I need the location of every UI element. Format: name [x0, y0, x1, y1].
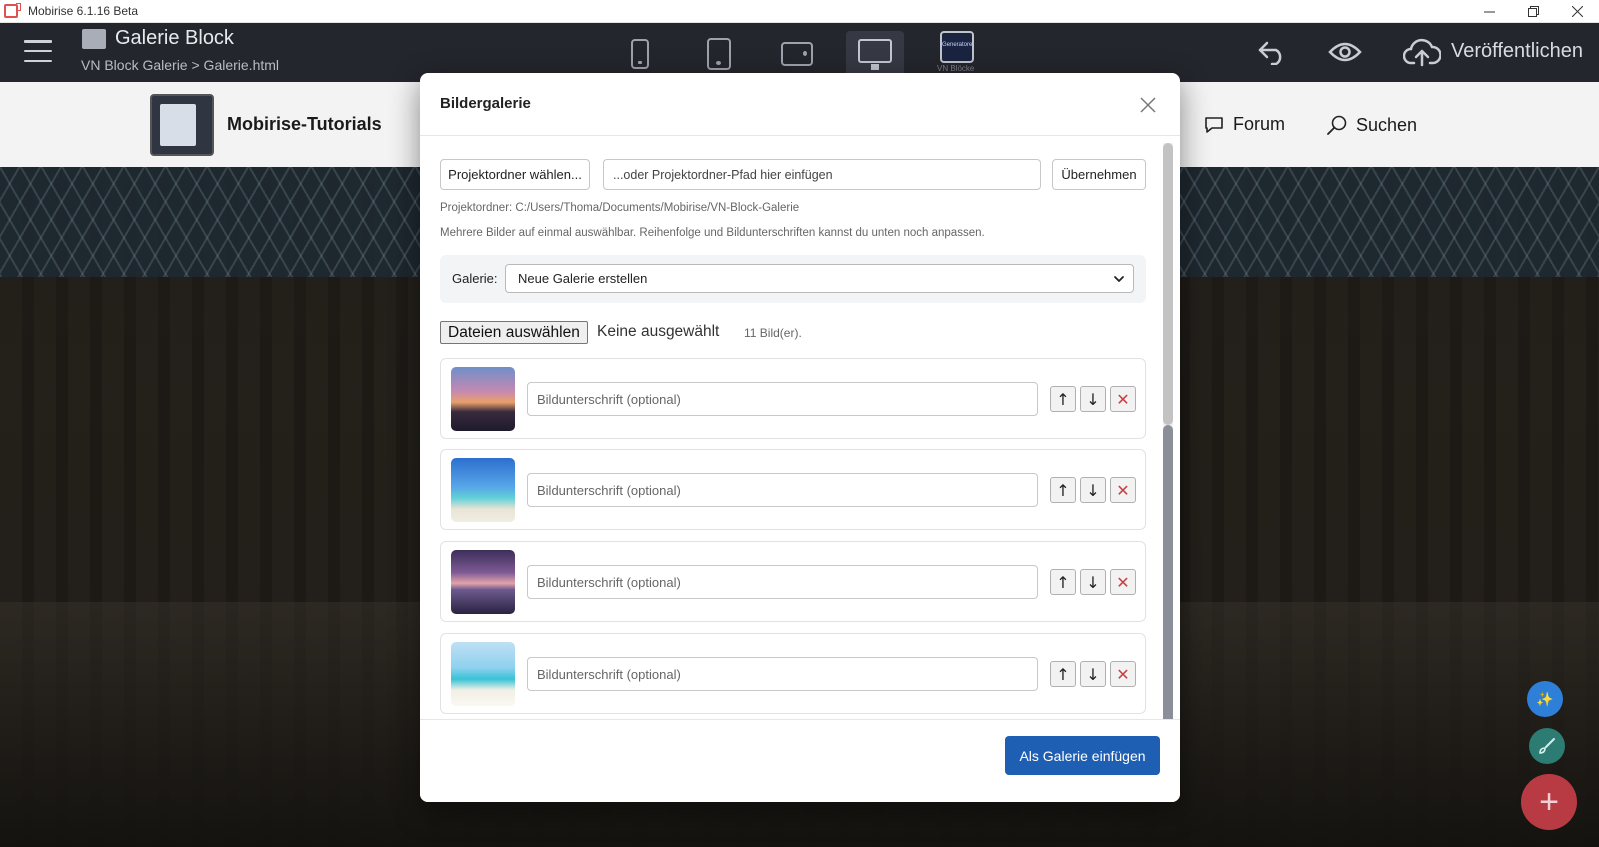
image-row: ↑ ↓ ✕ [440, 633, 1146, 714]
delete-image-button[interactable]: ✕ [1110, 569, 1136, 595]
styles-button[interactable] [1529, 728, 1565, 764]
preview-button[interactable] [1328, 35, 1362, 69]
tablet-landscape-view-button[interactable] [768, 31, 826, 77]
cloud-upload-icon [1403, 38, 1441, 67]
caption-input[interactable] [527, 565, 1038, 599]
image-row: ↑ ↓ ✕ [440, 358, 1146, 439]
close-window-button[interactable] [1555, 0, 1599, 23]
insert-gallery-button[interactable]: Als Galerie einfügen [1005, 736, 1160, 775]
add-block-button[interactable]: + [1521, 774, 1577, 830]
menu-icon[interactable] [24, 40, 52, 62]
eye-icon [1328, 42, 1362, 62]
site-logo[interactable] [150, 94, 214, 156]
move-up-button[interactable]: ↑ [1050, 569, 1076, 595]
dialog-footer: Als Galerie einfügen [420, 719, 1180, 802]
gallery-label: Galerie: [452, 271, 498, 286]
page-thumbnail-icon [82, 29, 106, 49]
window-title: Mobirise 6.1.16 Beta [28, 4, 139, 18]
nav-link-search-label: Suchen [1356, 114, 1418, 135]
chat-icon [1205, 116, 1223, 133]
image-row: ↑ ↓ ✕ [440, 449, 1146, 530]
image-row: ↑ ↓ ✕ [440, 541, 1146, 622]
desktop-icon [858, 39, 892, 70]
no-file-selected-text: Keine ausgewählt [597, 323, 720, 340]
restore-icon [1527, 6, 1539, 17]
plus-icon: + [1539, 782, 1559, 821]
dialog-close-button[interactable] [1136, 93, 1160, 117]
page-path[interactable]: VN Block Galerie > Galerie.html [81, 57, 279, 73]
delete-image-button[interactable]: ✕ [1110, 386, 1136, 412]
gallery-selected-value: Neue Galerie erstellen [518, 271, 648, 286]
nav-link-forum[interactable]: Forum [1203, 114, 1285, 135]
gallery-selector-bar: Galerie: Neue Galerie erstellen [440, 255, 1146, 303]
move-down-button[interactable]: ↓ [1080, 477, 1106, 503]
phone-icon [631, 39, 649, 69]
move-down-button[interactable]: ↓ [1080, 661, 1106, 687]
delete-image-button[interactable]: ✕ [1110, 661, 1136, 687]
vn-blocks-button[interactable]: Generatoren [940, 31, 974, 63]
image-thumbnail [451, 550, 515, 614]
mobirise-app-icon [4, 3, 21, 18]
move-down-button[interactable]: ↓ [1080, 569, 1106, 595]
image-thumbnail [451, 458, 515, 522]
brush-icon [1539, 738, 1555, 754]
tablet-icon [707, 38, 731, 70]
publish-label[interactable]: Veröffentlichen [1451, 40, 1583, 63]
phone-view-button[interactable] [611, 31, 669, 77]
move-up-button[interactable]: ↑ [1050, 477, 1076, 503]
publish-button[interactable] [1402, 35, 1442, 69]
choose-folder-button[interactable]: Projektordner wählen... [440, 159, 590, 190]
minimize-button[interactable] [1467, 0, 1511, 23]
caption-input[interactable] [527, 382, 1038, 416]
folder-path-input[interactable] [603, 159, 1041, 190]
dialog-body: Projektordner wählen... Übernehmen Proje… [420, 137, 1180, 719]
folder-info: Projektordner: C:/Users/Thoma/Documents/… [440, 202, 800, 214]
choose-files-button[interactable]: Dateien auswählen [440, 321, 588, 344]
dialog-header: Bildergalerie [420, 73, 1180, 136]
apply-path-button[interactable]: Übernehmen [1052, 159, 1146, 190]
move-down-button[interactable]: ↓ [1080, 386, 1106, 412]
site-brand[interactable]: Mobirise-Tutorials [227, 114, 382, 135]
vn-blocks-label: VN Blöcke [937, 64, 975, 73]
scrollbar-thumb[interactable] [1163, 425, 1173, 727]
ai-assistant-button[interactable]: ✨ [1527, 681, 1563, 717]
desktop-view-button[interactable] [846, 31, 904, 77]
vn-blocks-icon-text: Generatoren [942, 42, 974, 48]
os-title-bar: Mobirise 6.1.16 Beta [0, 0, 1599, 23]
window-controls [1467, 0, 1599, 23]
caption-input[interactable] [527, 657, 1038, 691]
restore-button[interactable] [1511, 0, 1555, 23]
close-icon [1571, 6, 1583, 17]
dialog-scrollbar[interactable] [1163, 143, 1173, 727]
scrollbar-track-upper [1163, 143, 1173, 425]
delete-image-button[interactable]: ✕ [1110, 477, 1136, 503]
nav-link-search[interactable]: Suchen [1326, 114, 1417, 136]
nav-link-forum-label: Forum [1233, 114, 1286, 134]
multi-select-hint: Mehrere Bilder auf einmal auswählbar. Re… [440, 227, 985, 239]
sparkle-icon: ✨ [1536, 690, 1554, 707]
tablet-landscape-icon [781, 42, 813, 66]
move-up-button[interactable]: ↑ [1050, 386, 1076, 412]
gallery-select[interactable]: Neue Galerie erstellen [505, 264, 1134, 293]
image-count: 11 Bild(er). [744, 326, 802, 340]
page-title[interactable]: Galerie Block [115, 27, 234, 50]
move-up-button[interactable]: ↑ [1050, 661, 1076, 687]
undo-icon [1258, 41, 1282, 65]
image-gallery-dialog: Bildergalerie Projektordner wählen... Üb… [420, 73, 1180, 802]
minimize-icon [1483, 11, 1495, 13]
image-thumbnail [451, 367, 515, 431]
caption-input[interactable] [527, 473, 1038, 507]
search-icon [1327, 115, 1347, 135]
tablet-view-button[interactable] [690, 31, 748, 77]
undo-button[interactable] [1255, 35, 1289, 69]
image-thumbnail [451, 642, 515, 706]
close-icon [1140, 97, 1156, 113]
chevron-down-icon [1114, 276, 1124, 282]
dialog-title: Bildergalerie [440, 95, 531, 112]
